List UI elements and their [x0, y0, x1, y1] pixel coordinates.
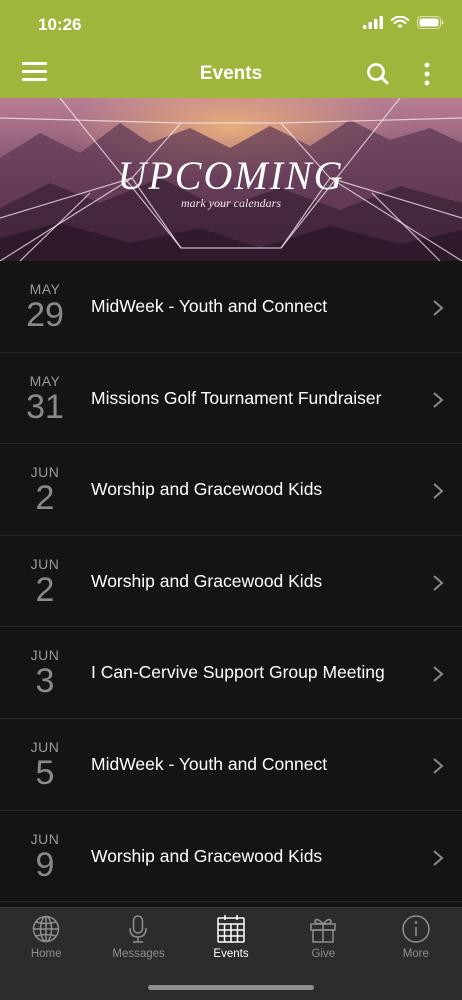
status-time: 10:26	[38, 15, 82, 34]
status-icons	[363, 16, 444, 29]
battery-icon	[417, 16, 444, 29]
chevron-right-icon	[433, 300, 444, 316]
event-month: JUN	[30, 738, 60, 755]
event-day: 2	[35, 570, 55, 609]
tab-label: Events	[213, 948, 249, 960]
event-row[interactable]: MAY 29 MidWeek - Youth and Connect	[0, 261, 462, 353]
event-month: MAY	[29, 281, 61, 297]
tab-messages[interactable]: Messages	[92, 908, 184, 978]
chevron-right-icon	[433, 575, 444, 591]
event-row[interactable]: JUN 3 I Can-Cervive Support Group Meetin…	[0, 627, 462, 719]
tab-label: More	[402, 948, 429, 960]
tab-label: Home	[30, 948, 62, 960]
home-indicator	[148, 985, 314, 990]
event-title: I Can-Cervive Support Group Meeting	[91, 662, 385, 683]
event-row[interactable]: JUN 2 Worship and Gracewood Kids	[0, 535, 462, 628]
chevron-right-icon	[433, 391, 444, 408]
microphone-icon	[129, 915, 148, 943]
event-day: 9	[35, 845, 55, 884]
tab-events[interactable]: Events	[185, 908, 277, 978]
info-icon	[401, 915, 430, 943]
page-title: Events	[199, 63, 263, 84]
tab-give[interactable]: Give	[277, 908, 369, 978]
event-month: JUN	[30, 464, 60, 481]
event-day: 3	[35, 662, 55, 701]
event-title: Missions Golf Tournament Fundraiser	[91, 387, 382, 408]
overflow-menu-button[interactable]	[418, 60, 436, 88]
calendar-icon	[217, 915, 245, 943]
event-month: JUN	[30, 830, 60, 847]
tab-home[interactable]: Home	[0, 908, 92, 978]
search-button[interactable]	[365, 61, 391, 87]
event-day: 29	[26, 296, 64, 334]
event-row[interactable]: JUN 2 Worship and Gracewood Kids	[0, 444, 462, 536]
chevron-right-icon	[433, 483, 444, 499]
event-month: MAY	[29, 372, 61, 389]
event-title: MidWeek - Youth and Connect	[91, 296, 328, 316]
event-title: Worship and Gracewood Kids	[91, 570, 323, 591]
event-title: Worship and Gracewood Kids	[91, 479, 323, 500]
event-month: JUN	[30, 555, 60, 572]
tab-more[interactable]: More	[370, 908, 462, 978]
upcoming-banner: UPCOMING mark your calendars	[0, 98, 462, 261]
globe-icon	[32, 915, 60, 943]
chevron-right-icon	[433, 849, 444, 866]
event-month: JUN	[30, 647, 60, 664]
search-icon	[367, 63, 389, 85]
banner-title: UPCOMING	[117, 153, 345, 198]
app-bar: Events	[0, 50, 462, 98]
tab-label: Give	[311, 948, 336, 960]
tab-label: Messages	[112, 948, 165, 960]
event-day: 5	[35, 753, 55, 792]
event-row[interactable]: JUN 9 Worship and Gracewood Kids	[0, 810, 462, 903]
banner-subtitle: mark your calendars	[181, 196, 281, 210]
event-row[interactable]: JUN 5 MidWeek - Youth and Connect	[0, 718, 462, 811]
event-list: MAY 29 MidWeek - Youth and Connect MAY 3…	[0, 261, 462, 903]
wifi-icon	[391, 16, 409, 29]
event-title: MidWeek - Youth and Connect	[91, 753, 328, 774]
signal-icon	[363, 16, 383, 29]
event-row[interactable]: MAY 31 Missions Golf Tournament Fundrais…	[0, 352, 462, 445]
event-day: 31	[26, 387, 64, 426]
chevron-right-icon	[433, 666, 444, 683]
gift-icon	[310, 918, 336, 943]
chevron-right-icon	[433, 758, 444, 774]
event-day: 2	[35, 479, 55, 518]
event-title: Worship and Gracewood Kids	[91, 845, 323, 866]
more-vertical-icon	[424, 62, 430, 86]
status-bar: 10:26	[0, 0, 462, 50]
